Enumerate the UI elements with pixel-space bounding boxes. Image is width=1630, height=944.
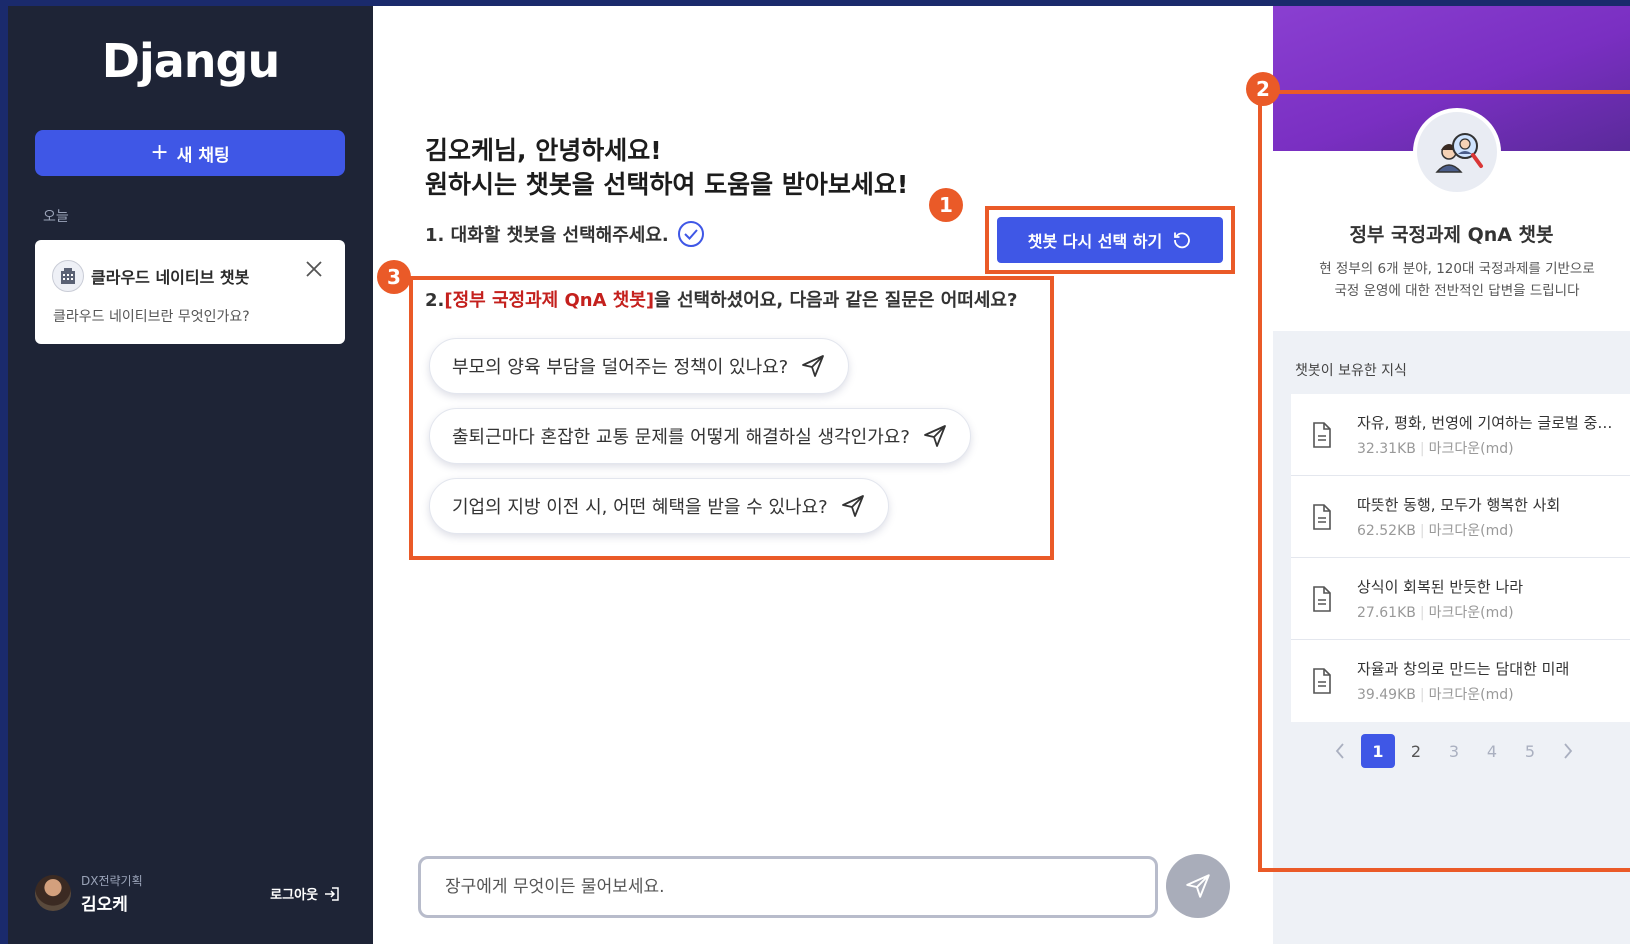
greeting-line-2: 원하시는 챗봇을 선택하여 도움을 받아보세요! [425, 170, 909, 199]
annotation-badge-3: 3 [377, 260, 411, 294]
chat-history-item[interactable]: 클라우드 네이티브 챗봇 클라우드 네이티브란 무엇인가요? [35, 240, 345, 344]
check-circle-icon [677, 221, 704, 247]
reselect-chatbot-button[interactable]: 챗봇 다시 선택 하기 [997, 217, 1223, 263]
logout-button[interactable]: 로그아웃 [270, 884, 341, 903]
annotation-badge-2: 2 [1246, 72, 1280, 106]
greeting-line-1: 김오케님, 안녕하세요! [425, 136, 662, 165]
question-text: 출퇴근마다 혼잡한 교통 문제를 어떻게 해결하실 생각인가요? [452, 427, 910, 448]
app-window: Djangu + 새 채팅 오늘 클라우드 네이티브 챗봇 클라우드 네이티브란… [0, 0, 1630, 944]
send-icon [802, 355, 825, 377]
step2-prefix: 2. [425, 290, 445, 311]
logout-icon [325, 886, 339, 901]
step2-text: 2.[정부 국정과제 QnA 챗봇]을 선택하셨어요, 다음과 같은 질문은 어… [425, 286, 1017, 312]
plus-icon: + [150, 140, 169, 165]
user-name: 김오케 [81, 895, 128, 915]
annotation-box-2 [1258, 90, 1630, 872]
user-department: DX전략기획 [81, 874, 143, 888]
chat-preview: 클라우드 네이티브란 무엇인가요? [53, 309, 250, 325]
avatar [35, 875, 71, 911]
main-chat-area: 김오케님, 안녕하세요! 원하시는 챗봇을 선택하여 도움을 받아보세요! 1.… [373, 6, 1273, 944]
annotation-badge-1: 1 [929, 188, 963, 222]
suggested-question[interactable]: 출퇴근마다 혼잡한 교통 문제를 어떻게 해결하실 생각인가요? [429, 408, 971, 464]
close-icon[interactable] [303, 258, 325, 280]
selected-chatbot-name: [정부 국정과제 QnA 챗봇] [444, 290, 655, 311]
chatbot-info-panel: 정부 국정과제 QnA 챗봇 현 정부의 6개 분야, 120대 국정과제를 기… [1246, 6, 1630, 944]
new-chat-button[interactable]: + 새 채팅 [35, 130, 345, 176]
greeting: 김오케님, 안녕하세요! 원하시는 챗봇을 선택하여 도움을 받아보세요! [425, 134, 908, 202]
suggested-question[interactable]: 기업의 지방 이전 시, 어떤 혜택을 받을 수 있나요? [429, 478, 889, 534]
app-logo[interactable]: Djangu [8, 34, 373, 88]
new-chat-label: 새 채팅 [176, 145, 230, 166]
step1-label: 1. 대화할 챗봇을 선택해주세요. [425, 225, 669, 246]
section-today-label: 오늘 [43, 209, 69, 225]
send-button[interactable] [1166, 854, 1230, 918]
message-input[interactable] [421, 859, 1155, 915]
send-icon [841, 495, 864, 517]
suggested-question[interactable]: 부모의 양육 부담을 덜어주는 정책이 있나요? [429, 338, 850, 394]
building-icon [52, 260, 84, 292]
question-text: 부모의 양육 부담을 덜어주는 정책이 있나요? [452, 357, 789, 378]
send-icon [1186, 874, 1210, 898]
step1-text: 1. 대화할 챗봇을 선택해주세요. [425, 220, 705, 248]
window-frame [0, 0, 8, 944]
sidebar: Djangu + 새 채팅 오늘 클라우드 네이티브 챗봇 클라우드 네이티브란… [8, 6, 373, 944]
question-text: 기업의 지방 이전 시, 어떤 혜택을 받을 수 있나요? [452, 497, 828, 518]
step2-suffix: 을 선택하셨어요, 다음과 같은 질문은 어떠세요? [654, 290, 1018, 311]
send-icon [923, 425, 946, 447]
logout-label: 로그아웃 [270, 888, 318, 903]
message-input-wrapper [418, 856, 1158, 918]
chat-title: 클라우드 네이티브 챗봇 [91, 268, 250, 287]
user-profile: DX전략기획 김오케 로그아웃 [35, 872, 345, 916]
reselect-label: 챗봇 다시 선택 하기 [1027, 232, 1163, 251]
refresh-icon [1174, 232, 1191, 249]
